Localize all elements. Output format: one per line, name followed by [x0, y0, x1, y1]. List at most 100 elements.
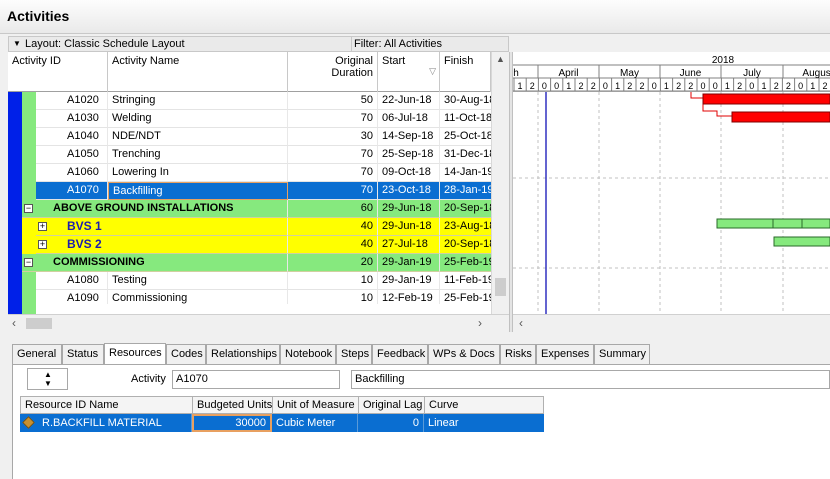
cell-activity-name: Stringing	[108, 92, 288, 110]
col-activity-id[interactable]: Activity ID	[8, 52, 108, 92]
wbs-name-cell: − COMMISSIONING	[22, 254, 288, 272]
week-label: 2	[737, 81, 742, 91]
activity-navigator[interactable]: ▲ ▼	[27, 368, 68, 390]
timescale-year: 2018	[712, 55, 735, 66]
week-label: 0	[700, 81, 705, 91]
layout-dropdown-icon[interactable]: ▼	[13, 39, 21, 48]
week-label: 1	[725, 81, 730, 91]
row-band	[8, 92, 22, 110]
wbs-row[interactable]: + BVS 1 40 29-Jun-18 23-Aug-18	[8, 218, 509, 236]
col-original-lag[interactable]: Original Lag	[359, 397, 425, 413]
week-label: 0	[603, 81, 608, 91]
cell-budgeted-units[interactable]: 30000	[192, 414, 272, 432]
layout-label[interactable]: Layout: Classic Schedule Layout	[25, 38, 185, 50]
tab-codes[interactable]: Codes	[166, 344, 206, 364]
tab-steps[interactable]: Steps	[336, 344, 372, 364]
wbs-row[interactable]: − ABOVE GROUND INSTALLATIONS 60 29-Jun-1…	[8, 200, 509, 218]
week-label: 1	[566, 81, 571, 91]
window-title-bar: Activities	[0, 0, 830, 34]
row-band	[22, 128, 36, 146]
col-resource-id-name[interactable]: Resource ID Name	[21, 397, 193, 413]
tab-summary[interactable]: Summary	[594, 344, 650, 364]
table-row[interactable]: A1080 Testing 10 29-Jan-19 11-Feb-19	[8, 272, 509, 290]
window-title: Activities	[7, 8, 70, 24]
tab-expenses[interactable]: Expenses	[536, 344, 594, 364]
activity-bar	[731, 111, 830, 123]
tab-relationships[interactable]: Relationships	[206, 344, 280, 364]
expand-icon[interactable]: +	[38, 240, 47, 249]
wbs-name: BVS 2	[67, 237, 102, 251]
filter-label[interactable]: Filter: All Activities	[354, 38, 442, 50]
week-label: 0	[749, 81, 754, 91]
col-activity-name[interactable]: Activity Name	[108, 52, 288, 92]
row-band	[22, 92, 36, 110]
col-curve[interactable]: Curve	[425, 397, 543, 413]
next-activity-icon[interactable]: ▼	[44, 379, 52, 388]
col-original-duration[interactable]: Original Duration	[288, 52, 378, 92]
cell-activity-name: Trenching	[108, 146, 288, 164]
tab-feedback[interactable]: Feedback	[372, 344, 428, 364]
table-vertical-scrollbar[interactable]: ▲	[491, 52, 509, 314]
week-label: 0	[652, 81, 657, 91]
week-label: 1	[517, 81, 522, 91]
scroll-left-icon[interactable]: ‹	[12, 316, 16, 330]
wbs-row[interactable]: + BVS 2 40 27-Jul-18 20-Sep-18	[8, 236, 509, 254]
tab-general[interactable]: General	[12, 344, 62, 364]
collapse-icon[interactable]: −	[24, 204, 33, 213]
table-row[interactable]: A1060 Lowering In 70 09-Oct-18 14-Jan-19	[8, 164, 509, 182]
table-row[interactable]: A1090 Commissioning 10 12-Feb-19 25-Feb-…	[8, 290, 509, 304]
col-budgeted-units[interactable]: Budgeted Units	[193, 397, 273, 413]
scroll-right-icon[interactable]: ›	[478, 316, 482, 330]
detail-tabs: General Status Resources Codes Relations…	[12, 343, 830, 365]
gantt-horizontal-scrollbar[interactable]: ‹	[513, 314, 830, 332]
cell-start: 14-Sep-18	[378, 128, 440, 146]
gantt-timescale: 2018hAprilMayJuneJulyAugust1200122012201…	[513, 52, 830, 92]
wbs-name-cell: + BVS 1	[36, 218, 288, 236]
row-band	[22, 110, 36, 128]
cell-activity-id: A1080	[36, 272, 108, 290]
table-row[interactable]: A1040 NDE/NDT 30 14-Sep-18 25-Oct-18	[8, 128, 509, 146]
cell-duration: 70	[288, 182, 378, 200]
scroll-left-icon[interactable]: ‹	[519, 316, 523, 330]
tab-risks[interactable]: Risks	[500, 344, 536, 364]
gantt-chart[interactable]	[513, 92, 830, 314]
scroll-thumb[interactable]	[495, 278, 506, 296]
scroll-up-icon[interactable]: ▲	[496, 54, 505, 64]
table-row-selected[interactable]: A1070 Backfilling 70 23-Oct-18 28-Jan-19	[8, 182, 509, 200]
tab-status[interactable]: Status	[62, 344, 104, 364]
cell-start: 22-Jun-18	[378, 92, 440, 110]
cell-duration: 70	[288, 110, 378, 128]
previous-activity-icon[interactable]: ▲	[44, 370, 52, 379]
col-start[interactable]: Start ▽	[378, 52, 440, 92]
table-horizontal-scrollbar[interactable]: ‹ ›	[8, 314, 509, 332]
row-band	[8, 254, 22, 272]
tab-resources[interactable]: Resources	[104, 343, 166, 365]
table-row[interactable]: A1050 Trenching 70 25-Sep-18 31-Dec-18	[8, 146, 509, 164]
activity-id-field[interactable]: A1070	[172, 370, 340, 389]
tab-wps-docs[interactable]: WPs & Docs	[428, 344, 500, 364]
collapse-icon[interactable]: −	[24, 258, 33, 267]
cell-activity-name[interactable]: Backfilling	[108, 182, 288, 200]
expand-icon[interactable]: +	[38, 222, 47, 231]
week-label: 1	[615, 81, 620, 91]
table-row[interactable]: A1020 Stringing 50 22-Jun-18 30-Aug-18	[8, 92, 509, 110]
cell-start: 27-Jul-18	[378, 236, 440, 254]
cell-activity-name: Welding	[108, 110, 288, 128]
resource-row-selected[interactable]: R.BACKFILL MATERIAL 30000 Cubic Meter 0 …	[20, 414, 544, 432]
tab-notebook[interactable]: Notebook	[280, 344, 336, 364]
scroll-thumb[interactable]	[26, 318, 52, 329]
wbs-row[interactable]: − COMMISSIONING 20 29-Jan-19 25-Feb-19	[8, 254, 509, 272]
month-label: May	[620, 68, 639, 79]
row-band	[8, 218, 22, 236]
table-row[interactable]: A1030 Welding 70 06-Jul-18 11-Oct-18	[8, 110, 509, 128]
layout-separator	[351, 37, 352, 51]
activity-name-field[interactable]: Backfilling	[351, 370, 830, 389]
cell-start: 29-Jun-18	[378, 200, 440, 218]
layout-bar[interactable]: ▼ Layout: Classic Schedule Layout Filter…	[8, 36, 509, 52]
cell-duration: 70	[288, 164, 378, 182]
col-finish[interactable]: Finish	[440, 52, 491, 92]
material-resource-icon	[22, 416, 35, 429]
col-unit-of-measure[interactable]: Unit of Measure	[273, 397, 359, 413]
row-band	[8, 290, 22, 304]
cell-unit-of-measure: Cubic Meter	[272, 414, 358, 432]
